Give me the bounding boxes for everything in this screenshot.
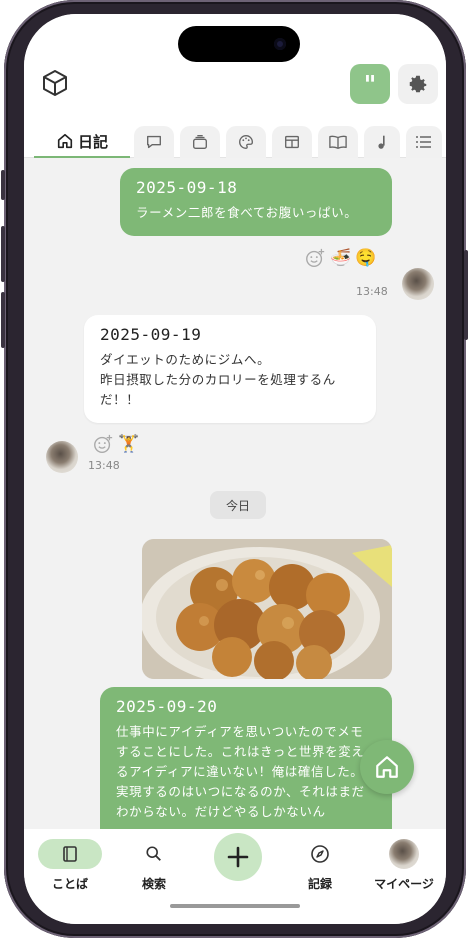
reaction-drool-emoji[interactable]: 🤤 [355, 248, 376, 268]
settings-button[interactable] [398, 64, 438, 104]
camera-icon [274, 38, 286, 50]
layout-icon [285, 135, 299, 149]
list-icon [416, 136, 431, 148]
gear-icon [409, 75, 427, 93]
tab-speech[interactable] [134, 126, 174, 158]
home-icon [57, 133, 73, 149]
tab-diary[interactable]: 日記 [34, 126, 130, 158]
nav-search[interactable]: 検索 [114, 839, 194, 892]
entry-text: ダイエットのためにジムへ。 昨日摂取した分のカロリーを処理するんだ！！ [100, 352, 336, 407]
entry-date: 2025-09-18 [136, 178, 238, 197]
nav-mypage[interactable]: マイページ [364, 839, 444, 892]
nav-record[interactable]: 記録 [280, 839, 360, 892]
food-photo[interactable] [142, 539, 392, 679]
avatar [389, 839, 419, 869]
entry-text: 仕事中にアイディアを思いついたのでメモすることにした。これはきっと世界を変えるア… [116, 724, 365, 819]
entry-date: 2025-09-20 [116, 697, 218, 716]
compass-icon [311, 845, 329, 863]
tab-stack[interactable] [180, 126, 220, 158]
reaction-row: 🍜 🤤 [304, 247, 376, 269]
action-button [1, 170, 5, 200]
entry-date: 2025-09-19 [100, 325, 202, 344]
bottom-navigation: ことば 検索 記録 マイページ [24, 829, 446, 924]
tab-list[interactable] [406, 126, 442, 158]
tab-palette[interactable] [226, 126, 266, 158]
diary-entry-bubble[interactable]: 2025-09-18 ラーメン二郎を食べてお腹いっぱい。 [120, 168, 392, 236]
nav-kotoba-label: ことば [51, 877, 88, 891]
entry-time: 13:48 [356, 285, 388, 298]
home-indicator [170, 904, 300, 908]
nav-kotoba-pill [38, 839, 102, 869]
palette-icon [239, 135, 253, 149]
speech-bubble-icon [147, 135, 161, 149]
nav-search-label: 検索 [141, 877, 166, 891]
music-note-icon [378, 135, 385, 149]
diary-timeline[interactable]: 2025-09-18 ラーメン二郎を食べてお腹いっぱい。 🍜 🤤 13:48 2… [24, 159, 446, 829]
tab-book[interactable] [318, 126, 358, 158]
reaction-row: 🏋️ [92, 433, 139, 455]
tab-music[interactable] [364, 126, 400, 158]
add-reaction-icon[interactable] [304, 247, 326, 269]
power-button [464, 250, 468, 340]
nav-mypage-label: マイページ [374, 877, 434, 891]
home-fab-button[interactable] [360, 740, 414, 794]
cube-icon[interactable] [40, 68, 70, 98]
entry-text: ラーメン二郎を食べてお腹いっぱい。 [136, 205, 358, 220]
volume-down-button [1, 292, 5, 348]
phone-frame: " 日記 2025-09-18 ラーメン二郎を食べてお腹いっぱい。 🍜 🤤 13… [1, 0, 468, 938]
add-reaction-icon[interactable] [92, 433, 114, 455]
fried-chicken-image [142, 539, 392, 679]
nav-record-label: 記録 [307, 877, 332, 891]
book-icon [329, 135, 347, 149]
diary-entry-bubble[interactable]: 2025-09-20 仕事中にアイディアを思いついたのでメモすることにした。これ… [100, 687, 392, 829]
app-screen: " 日記 2025-09-18 ラーメン二郎を食べてお腹いっぱい。 🍜 🤤 13… [24, 14, 446, 924]
add-entry-button[interactable] [214, 833, 262, 881]
home-icon [376, 756, 398, 778]
diary-entry-bubble[interactable]: 2025-09-19 ダイエットのためにジムへ。 昨日摂取した分のカロリーを処理… [84, 315, 376, 423]
quote-icon: " [363, 69, 377, 99]
avatar[interactable] [402, 268, 434, 300]
quote-button[interactable]: " [350, 64, 390, 104]
reaction-ramen-emoji[interactable]: 🍜 [330, 248, 351, 268]
reaction-weightlift-emoji[interactable]: 🏋️ [118, 434, 139, 454]
search-icon [146, 846, 161, 861]
plus-icon [227, 846, 249, 868]
category-tabs: 日記 [24, 120, 446, 158]
entry-time: 13:48 [88, 459, 120, 472]
tab-diary-label: 日記 [77, 132, 108, 151]
book-icon [63, 846, 77, 862]
dynamic-island [178, 26, 300, 62]
tab-layout[interactable] [272, 126, 312, 158]
stack-icon [193, 135, 207, 149]
date-separator-today: 今日 [210, 491, 266, 519]
volume-up-button [1, 226, 5, 282]
nav-kotoba[interactable]: ことば [30, 839, 110, 892]
avatar[interactable] [46, 441, 78, 473]
